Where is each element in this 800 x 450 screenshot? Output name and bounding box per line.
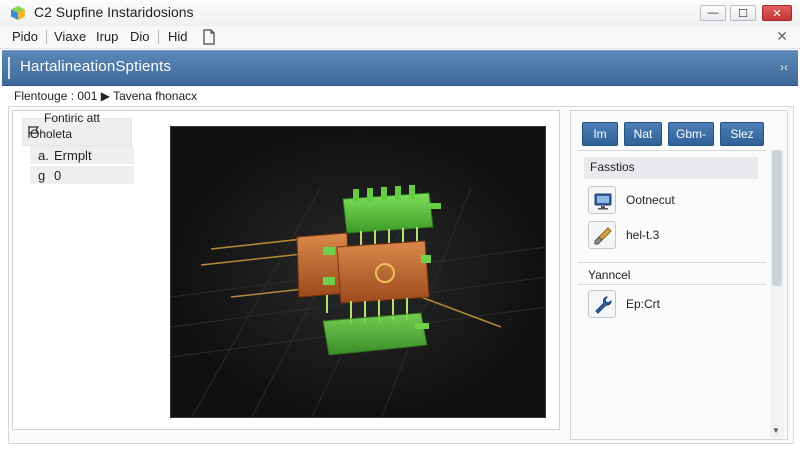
divider [578,150,766,151]
menu-item-irup[interactable]: Irup [96,29,118,44]
viewport-scene [171,127,545,417]
panel-title: HartalineationSptients [20,58,172,75]
property-row[interactable]: a. Ermplt [30,146,134,164]
property-key: g [38,168,46,183]
menu-item-hid[interactable]: Hid [168,29,188,44]
app-cube-icon [11,6,25,20]
menu-item-viaxe[interactable]: Viaxe [54,29,86,44]
title-bar: C2 Supfine Instaridosions — ☐ ✕ [0,0,800,27]
scroll-down-arrow-icon[interactable]: ▼ [772,426,780,435]
section-title: Fasstios [590,160,635,174]
properties-header-title: Fontiric att [44,111,101,125]
action-label: hel-t.3 [626,228,660,242]
menu-separator [158,30,159,44]
action-icon-box [588,221,616,249]
close-button[interactable]: ✕ [762,5,792,21]
scrollbar-thumb[interactable] [772,150,782,286]
action-label: Ep:Crt [626,297,661,311]
menu-separator [46,30,47,44]
action-item-ootnecut[interactable]: Ootnecut [588,186,748,216]
action-icon-box [588,290,616,318]
property-row[interactable]: g 0 [30,166,134,184]
action-label: Ootnecut [626,193,675,207]
section-header-fasstios[interactable]: Fasstios [584,157,758,179]
property-value: 0 [54,168,62,183]
toolbar-button-slez[interactable]: Slez [720,122,764,146]
menu-item-dio[interactable]: Dio [130,29,150,44]
minimize-button[interactable]: — [700,5,726,21]
maximize-button[interactable]: ☐ [730,5,756,21]
action-item-helt3[interactable]: hel-t.3 [588,221,748,251]
divider [578,262,766,263]
document-icon[interactable] [202,29,216,45]
breadcrumb-text[interactable]: Flentouge : 001 ▶ Tavena fhonacx [14,89,197,103]
toolbar-button-im[interactable]: Im [582,122,618,146]
toolbar-button-gbm[interactable]: Gbm- [668,122,714,146]
menu-bar: Pido Viaxe Irup Dio Hid ✕ [0,26,800,49]
brush-icon [594,227,612,245]
divider [578,284,766,285]
monitor-icon [594,193,612,210]
property-key: a. [38,148,49,163]
properties-header-subtitle: Oholeta [30,127,73,141]
panel-header: HartalineationSptients ›‹ [2,50,798,86]
3d-viewport[interactable] [170,126,546,418]
breadcrumb: Flentouge : 001 ▶ Tavena fhonacx [6,86,794,106]
section-title-yanncel: Yanncel [588,268,631,282]
action-icon-box [588,186,616,214]
toolbar-button-nat[interactable]: Nat [624,122,662,146]
header-accent [8,57,10,79]
window-title: C2 Supfine Instaridosions [34,4,194,20]
property-value: Ermplt [54,148,92,163]
menu-item-pido[interactable]: Pido [12,29,38,44]
collapse-panel-icon[interactable]: ›‹ [780,60,788,74]
wrench-icon [595,296,612,314]
menubar-close-icon[interactable]: ✕ [776,28,788,45]
action-item-epcrt[interactable]: Ep:Crt [588,290,748,320]
